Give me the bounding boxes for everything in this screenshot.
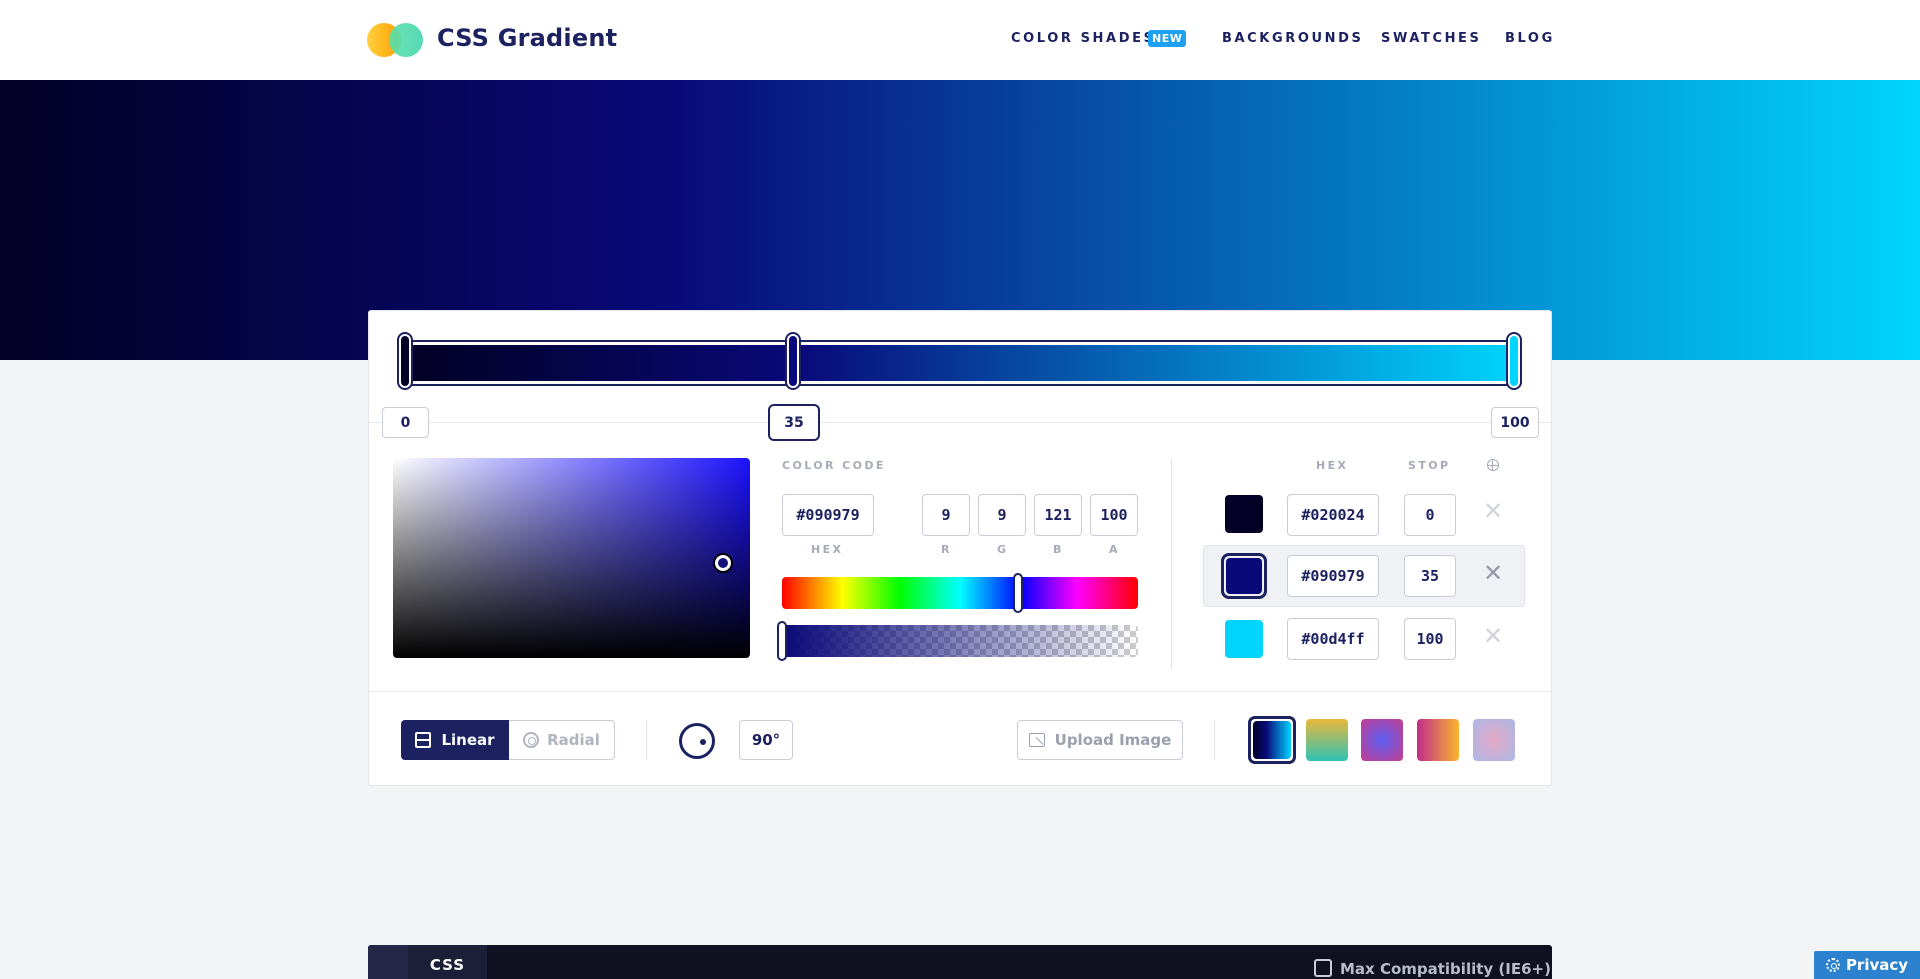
angle-input[interactable]: 90° [739, 720, 793, 760]
radial-label: Radial [547, 731, 600, 749]
b-label: B [1053, 543, 1064, 556]
divider [1214, 720, 1215, 760]
divider [369, 422, 1551, 423]
compat-checkbox[interactable] [1314, 959, 1332, 977]
alpha-slider-thumb[interactable] [777, 621, 787, 661]
preset-swatch[interactable] [1361, 719, 1403, 761]
upload-image-button[interactable]: Upload Image [1017, 720, 1183, 760]
stop-value-input[interactable]: 0 [1404, 494, 1456, 536]
hue-slider-thumb[interactable] [1013, 573, 1023, 613]
preset-swatch[interactable] [1473, 719, 1515, 761]
logo-icon[interactable] [367, 22, 425, 58]
angle-dial-icon[interactable] [679, 723, 715, 759]
code-panel-side [368, 945, 408, 979]
image-icon [1028, 733, 1045, 747]
gradient-bar[interactable] [404, 340, 1522, 386]
nav-color-shades[interactable]: COLOR SHADES [1011, 31, 1156, 46]
stop-position-label[interactable]: 35 [768, 404, 820, 441]
remove-stop-icon[interactable]: ✕ [1483, 559, 1503, 587]
linear-button[interactable]: Linear [401, 720, 509, 760]
picker-cursor[interactable] [715, 555, 731, 571]
radial-button[interactable]: Radial [509, 720, 615, 760]
hex-input[interactable]: #090979 [782, 494, 874, 536]
nav-swatches[interactable]: SWATCHES [1381, 31, 1482, 46]
stop-handle-0[interactable] [397, 332, 413, 390]
hue-slider[interactable] [782, 577, 1138, 609]
preset-swatch[interactable] [1248, 716, 1296, 764]
r-label: R [941, 543, 952, 556]
blue-input[interactable]: 121 [1034, 494, 1082, 536]
stop-column-header: STOP [1408, 459, 1451, 472]
stop-handle-100[interactable] [1506, 332, 1522, 390]
linear-label: Linear [441, 731, 495, 749]
stop-value-input[interactable]: 100 [1404, 618, 1456, 660]
preset-swatch[interactable] [1417, 719, 1459, 761]
site-header: CSS Gradient COLOR SHADES NEW BACKGROUND… [0, 0, 1920, 80]
stop-hex-input[interactable]: #00d4ff [1287, 618, 1379, 660]
stop-color-swatch[interactable] [1225, 620, 1263, 658]
gear-icon [1825, 958, 1840, 972]
divider [369, 691, 1551, 692]
red-input[interactable]: 9 [922, 494, 970, 536]
compat-label[interactable]: Max Compatibility (IE6+) [1340, 960, 1551, 978]
css-tab[interactable]: CSS [408, 945, 487, 979]
nav-backgrounds[interactable]: BACKGROUNDS [1222, 31, 1364, 46]
upload-label: Upload Image [1054, 731, 1172, 749]
hex-label: HEX [811, 543, 844, 556]
brand-title[interactable]: CSS Gradient [437, 24, 617, 52]
stop-hex-input[interactable]: #020024 [1287, 494, 1379, 536]
radial-icon [523, 732, 540, 748]
stop-color-swatch[interactable] [1225, 495, 1263, 533]
nav-blog[interactable]: BLOG [1505, 31, 1555, 46]
new-badge: NEW [1148, 30, 1187, 47]
globe-icon[interactable] [1487, 459, 1499, 471]
g-label: G [997, 543, 1009, 556]
saturation-value-picker[interactable] [393, 458, 750, 658]
alpha-slider[interactable] [782, 625, 1138, 657]
color-code-label: COLOR CODE [782, 459, 886, 472]
divider [1171, 458, 1172, 670]
remove-stop-icon[interactable]: ✕ [1483, 622, 1503, 650]
remove-stop-icon[interactable]: ✕ [1483, 497, 1503, 525]
stop-position-label[interactable]: 100 [1491, 407, 1539, 438]
linear-icon [415, 732, 432, 748]
privacy-button[interactable]: Privacy [1814, 951, 1920, 979]
stop-color-swatch[interactable] [1221, 553, 1267, 599]
privacy-label: Privacy [1845, 956, 1909, 974]
divider [646, 720, 647, 760]
stop-position-label[interactable]: 0 [382, 407, 429, 438]
stop-handle-35[interactable] [785, 332, 801, 390]
stop-hex-input[interactable]: #090979 [1287, 555, 1379, 597]
green-input[interactable]: 9 [978, 494, 1026, 536]
a-label: A [1109, 543, 1120, 556]
preset-swatch[interactable] [1306, 719, 1348, 761]
alpha-input[interactable]: 100 [1090, 494, 1138, 536]
stop-value-input[interactable]: 35 [1404, 555, 1456, 597]
hex-column-header: HEX [1316, 459, 1349, 472]
